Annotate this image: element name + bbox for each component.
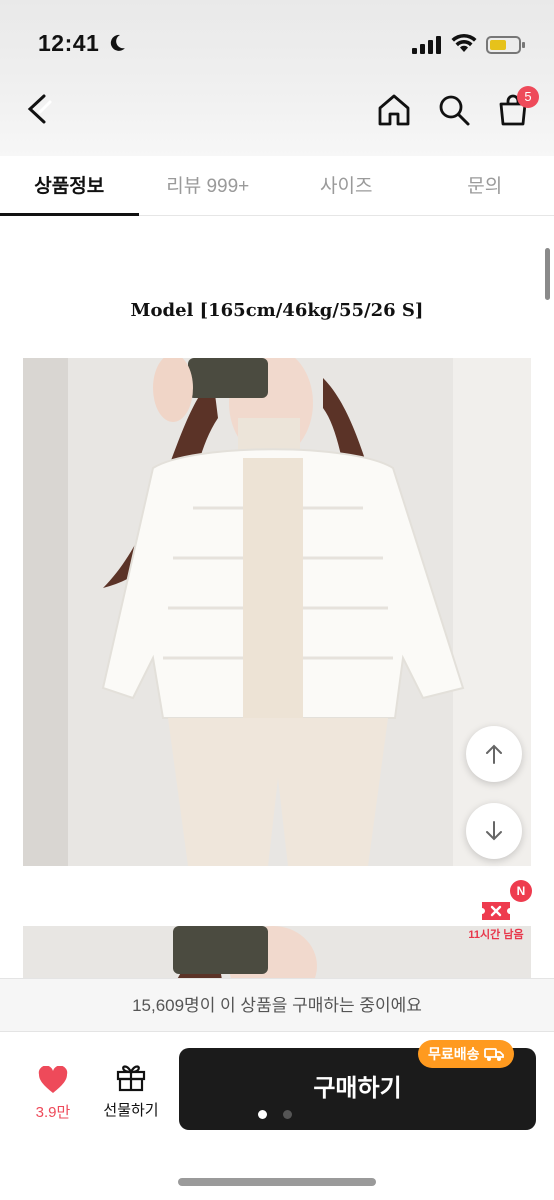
moon-icon — [110, 34, 125, 51]
battery-icon — [486, 36, 525, 54]
search-icon[interactable] — [436, 92, 472, 128]
home-icon[interactable] — [376, 92, 412, 128]
status-time: 12:41 — [38, 30, 100, 56]
gift-label: 선물하기 — [103, 1102, 159, 1119]
scrollbar[interactable] — [545, 248, 550, 300]
tab-inquiry[interactable]: 문의 — [416, 156, 554, 215]
product-photo — [23, 358, 531, 866]
page-dot — [283, 1110, 292, 1119]
scroll-down-button[interactable] — [466, 803, 522, 859]
scroll-up-button[interactable] — [466, 726, 522, 782]
back-icon[interactable] — [24, 92, 56, 126]
arrow-up-icon — [486, 744, 502, 764]
tab-size[interactable]: 사이즈 — [277, 156, 416, 215]
product-tabs: 상품정보 리뷰 999+ 사이즈 문의 — [0, 156, 554, 216]
arrow-down-icon — [486, 821, 502, 841]
cart-button[interactable]: 5 — [495, 86, 539, 130]
page-dot-active — [258, 1110, 267, 1119]
page-dots — [258, 1110, 292, 1119]
wifi-icon — [451, 33, 477, 52]
ticket-icon — [482, 902, 510, 920]
truck-icon — [483, 1048, 504, 1061]
coupon-timer-badge[interactable]: N 11시간 남음 — [458, 880, 534, 950]
signal-icon — [412, 36, 441, 54]
like-button[interactable]: 3.9만 — [28, 1065, 78, 1122]
model-caption: Model [165cm/46kg/55/26 S] — [130, 300, 424, 321]
like-count: 3.9만 — [35, 1104, 71, 1121]
product-photo-second — [23, 926, 531, 986]
gift-button[interactable]: 선물하기 — [98, 1062, 164, 1120]
purchase-bar: 3.9만 선물하기 구매하기 무료배송 — [0, 1032, 554, 1200]
tab-reviews[interactable]: 리뷰 999+ — [139, 156, 278, 215]
new-badge: N — [510, 880, 532, 902]
tab-product-info[interactable]: 상품정보 — [0, 156, 139, 216]
free-shipping-label: 무료배송 — [428, 1046, 480, 1062]
cart-count-badge: 5 — [517, 86, 539, 108]
app-header: 5 — [0, 80, 554, 156]
buyers-notice: 15,609명이 이 상품을 구매하는 중이에요 — [0, 978, 554, 1032]
home-indicator — [178, 1178, 376, 1186]
heart-icon — [38, 1065, 68, 1093]
gift-icon — [116, 1065, 146, 1092]
timer-text: 11시간 남음 — [468, 929, 524, 941]
free-shipping-badge: 무료배송 — [418, 1040, 514, 1068]
status-bar: 12:41 — [0, 0, 554, 80]
